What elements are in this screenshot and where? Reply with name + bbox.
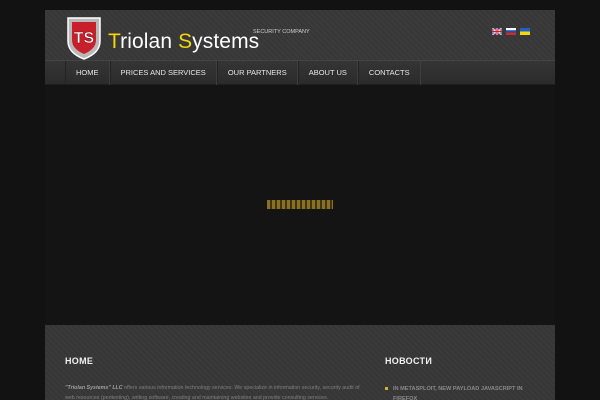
company-name: "Triolan Systems" LLC xyxy=(65,385,123,391)
news-item[interactable]: IN METASPLOIT, NEW PAYLOAD JAVASCRIPT IN… xyxy=(385,384,545,400)
logo-letter-t: T xyxy=(108,30,121,53)
site-container: TS Triolan Systems SECURITY COMPANY HOME… xyxy=(45,10,555,400)
main-navigation: HOME PRICES AND SERVICES OUR PARTNERS AB… xyxy=(45,60,555,85)
logo-shield-icon[interactable]: TS xyxy=(65,15,103,61)
nav-item-prices-and-services[interactable]: PRICES AND SERVICES xyxy=(109,61,217,85)
footer-home-text: "Triolan Systems" LLC offers various inf… xyxy=(65,384,370,400)
header: TS Triolan Systems SECURITY COMPANY xyxy=(45,10,555,60)
logo-word-ystems: ystems xyxy=(192,30,260,53)
nav-item-our-partners[interactable]: OUR PARTNERS xyxy=(216,61,298,85)
language-switcher xyxy=(492,28,530,35)
nav-item-contacts[interactable]: CONTACTS xyxy=(357,61,421,85)
loading-indicator-icon xyxy=(267,200,333,209)
tagline: SECURITY COMPANY xyxy=(253,29,310,35)
ukrainian-flag-icon[interactable] xyxy=(520,28,530,35)
bullet-icon xyxy=(385,387,388,390)
logo-wordmark[interactable]: Triolan Systems xyxy=(108,30,259,54)
news-item-title: IN METASPLOIT, NEW PAYLOAD JAVASCRIPT IN… xyxy=(393,386,523,400)
logo-initials: TS xyxy=(74,30,95,47)
logo-word-riolan: riolan xyxy=(120,30,173,53)
hero-slider xyxy=(45,85,555,325)
nav-menu: HOME PRICES AND SERVICES OUR PARTNERS AB… xyxy=(65,61,421,85)
footer: HOME "Triolan Systems" LLC offers variou… xyxy=(45,325,555,400)
nav-item-about-us[interactable]: ABOUT US xyxy=(297,61,358,85)
footer-news-heading: НОВОСТИ xyxy=(385,356,433,366)
english-flag-icon[interactable] xyxy=(492,28,502,35)
logo-letter-s: S xyxy=(178,30,193,53)
footer-home-heading: HOME xyxy=(65,356,94,366)
nav-item-home[interactable]: HOME xyxy=(65,61,110,85)
russian-flag-icon[interactable] xyxy=(506,28,516,35)
